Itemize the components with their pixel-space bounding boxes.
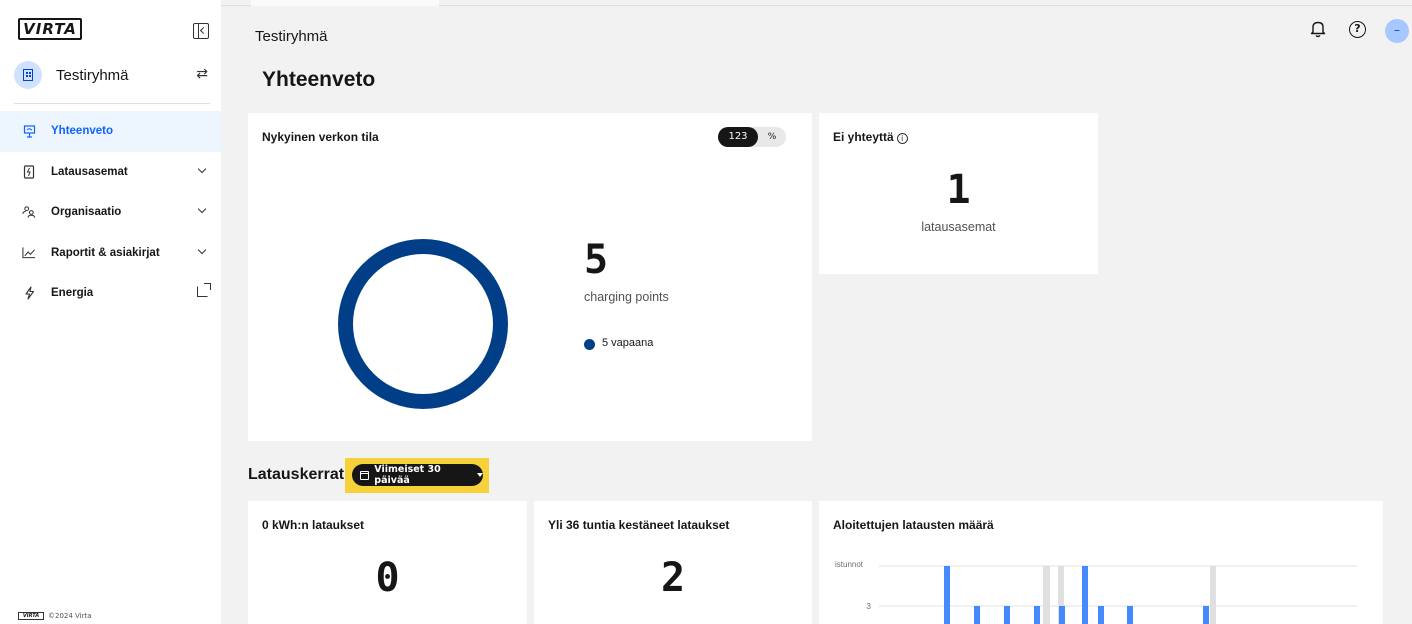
sidebar-item-latausasemat[interactable]: Latausasemat: [0, 152, 221, 193]
zero-kwh-count: 0: [375, 555, 400, 601]
card-title: 0 kWh:n lataukset: [262, 518, 365, 532]
legend-dot-free: [584, 339, 595, 350]
y-axis-label: istunnot: [835, 560, 864, 569]
chevron-down-icon: [197, 164, 207, 173]
swap-icon[interactable]: ⇄: [196, 66, 208, 82]
notification-bell-icon[interactable]: [1310, 20, 1326, 38]
y-tick-label: 3: [867, 602, 872, 611]
sidebar-item-label: Organisaatio: [51, 206, 122, 219]
charging-points-label: charging points: [584, 290, 669, 304]
chart-bar: [1059, 606, 1065, 624]
chart-bar: [1127, 606, 1133, 624]
sidebar-item-yhteenveto[interactable]: Yhteenveto: [0, 111, 221, 152]
date-range-label: Viimeiset 30 päivää: [374, 464, 441, 486]
charging-points-total: 5: [584, 237, 609, 283]
over-36h-card: Yli 36 tuntia kestäneet lataukset 2: [534, 501, 812, 624]
page-title: Yhteenveto: [262, 68, 376, 91]
count-percent-toggle[interactable]: 123 %: [718, 127, 786, 147]
sidebar-item-organisaatio[interactable]: Organisaatio: [0, 192, 221, 233]
card-title: Yli 36 tuntia kestäneet lataukset: [548, 518, 730, 532]
caret-down-icon: [477, 473, 483, 477]
range-highlight: Viimeiset 30 päivää: [345, 458, 489, 493]
percent-option[interactable]: %: [760, 127, 784, 147]
date-range-dropdown[interactable]: Viimeiset 30 päivää: [352, 464, 483, 486]
sidebar-footer: VIRTA ©2024 Virta: [18, 612, 92, 620]
chart-bar: [1034, 606, 1040, 624]
user-avatar[interactable]: –: [1385, 19, 1409, 43]
zero-kwh-card: 0 kWh:n lataukset 0: [248, 501, 527, 624]
sidebar: VIRTA Testiryhmä ⇄ Yhteenveto Latausasem…: [0, 0, 221, 624]
building-icon: [14, 61, 42, 89]
org-name: Testiryhmä: [56, 66, 129, 84]
sessions-chart-card: Aloitettujen latausten määrä istunnot 3: [819, 501, 1383, 624]
card-title: Nykyinen verkon tila: [262, 130, 379, 144]
external-link-icon: [197, 283, 211, 297]
offline-title: Ei yhteyttä: [833, 130, 894, 144]
virta-logo[interactable]: VIRTA: [18, 18, 82, 40]
chart-bar: [1082, 566, 1088, 624]
chart-highlight-band: [1210, 566, 1216, 624]
sidebar-item-label: Latausasemat: [51, 165, 128, 178]
top-strip: [221, 0, 1412, 6]
breadcrumb: Testiryhmä: [255, 28, 328, 45]
chart-bar: [1098, 606, 1104, 624]
sidebar-item-label: Yhteenveto: [51, 125, 113, 138]
chevron-down-icon: [197, 245, 207, 254]
chart-highlight-band: [1043, 566, 1050, 624]
collapse-sidebar-icon[interactable]: [193, 23, 209, 39]
sidebar-item-energia[interactable]: Energia: [0, 273, 221, 314]
chart-bar: [1203, 606, 1209, 624]
offline-count: 1: [946, 167, 971, 213]
virta-footer-logo: VIRTA: [18, 612, 44, 620]
sidebar-item-raportit[interactable]: Raportit & asiakirjat: [0, 233, 221, 274]
network-donut-chart: [338, 239, 508, 409]
legend-free-label: 5 vapaana: [602, 337, 654, 349]
chevron-down-icon: [197, 204, 207, 214]
sidebar-divider: [14, 103, 210, 104]
card-title: Ei yhteyttä i: [833, 130, 908, 144]
help-icon[interactable]: ?: [1349, 21, 1366, 38]
sidebar-item-label: Raportit & asiakirjat: [51, 246, 160, 259]
chart-line-icon: [22, 246, 36, 260]
copyright-text: ©2024 Virta: [48, 612, 92, 620]
calendar-icon: [360, 470, 370, 480]
chart-bar: [974, 606, 980, 624]
count-option[interactable]: 123: [718, 127, 758, 147]
users-icon: [22, 205, 36, 219]
over-36h-count: 2: [660, 555, 686, 601]
sessions-bar-chart: istunnot 3: [835, 560, 1357, 624]
offline-card: Ei yhteyttä i 1 latausasemat: [819, 113, 1098, 274]
org-switcher[interactable]: Testiryhmä ⇄: [14, 60, 210, 90]
chart-bar: [944, 566, 950, 624]
presentation-icon: [22, 124, 36, 138]
network-status-card: Nykyinen verkon tila 123 % 5 charging po…: [248, 113, 812, 441]
info-icon[interactable]: i: [896, 133, 908, 144]
sidebar-item-label: Energia: [51, 287, 94, 300]
sidebar-nav: Yhteenveto Latausasemat Organisaatio Rap…: [0, 111, 221, 314]
lightning-icon: [22, 286, 36, 300]
sessions-title: Latauskerrat: [248, 466, 345, 483]
offline-label: latausasemat: [921, 220, 996, 234]
chart-bar: [1004, 606, 1010, 624]
charger-icon: [22, 165, 36, 179]
